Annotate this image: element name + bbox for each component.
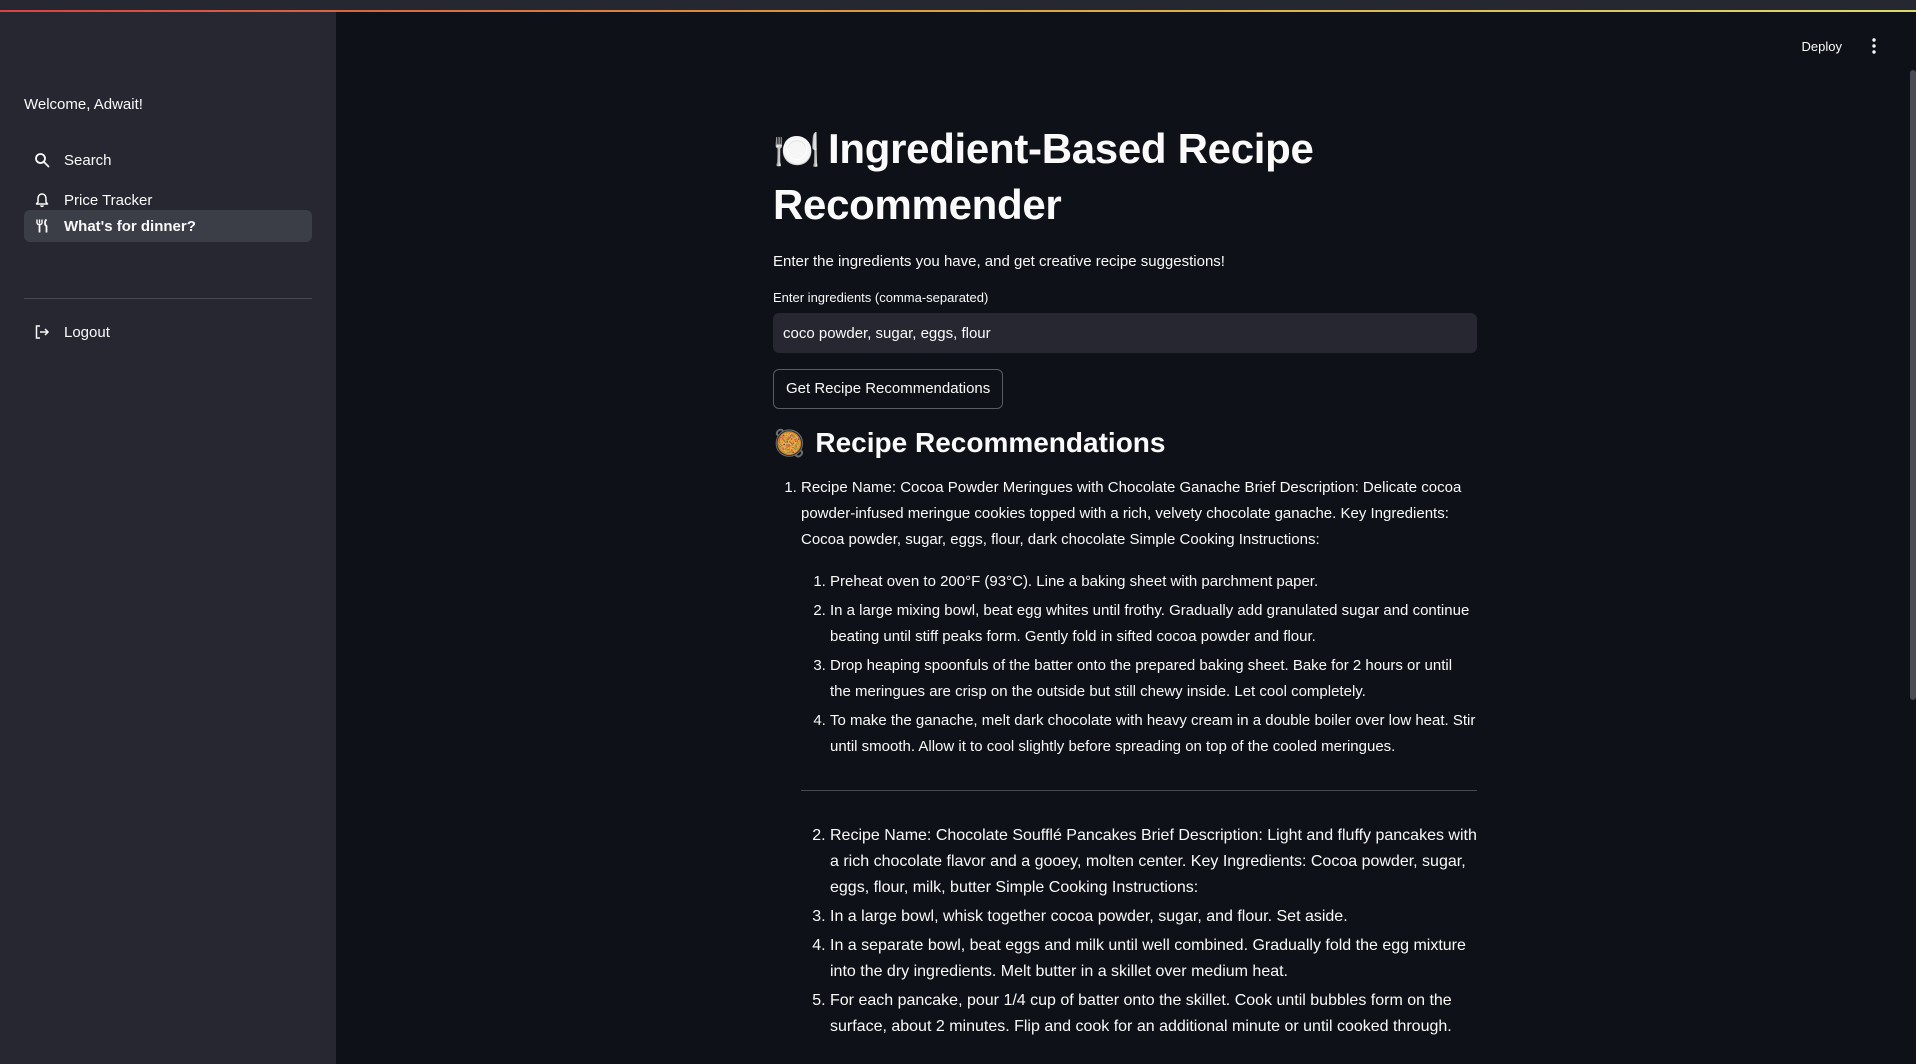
logout-label: Logout [64, 323, 110, 341]
top-decoration-bar [0, 0, 1916, 12]
list-item: In a separate bowl, beat eggs and milk u… [830, 933, 1477, 985]
recipe-list: Recipe Name: Cocoa Powder Meringues with… [773, 475, 1477, 791]
list-item: Recipe Name: Cocoa Powder Meringues with… [801, 475, 1477, 791]
more-vertical-icon[interactable] [1864, 36, 1884, 56]
recipe-divider [801, 790, 1477, 791]
search-icon [32, 150, 52, 170]
page-title: 🍽️ Ingredient-Based Recipe Recommender [773, 122, 1477, 231]
sidebar: Welcome, Adwait! Search Price Tracker Wh… [0, 12, 336, 1064]
get-recommendations-button[interactable]: Get Recipe Recommendations [773, 369, 1004, 409]
welcome-text: Welcome, Adwait! [24, 96, 143, 113]
ingredients-input[interactable] [773, 313, 1477, 353]
scrollbar[interactable] [1910, 70, 1916, 700]
sidebar-item-search[interactable]: Search [24, 144, 312, 176]
list-item: To make the ganache, melt dark chocolate… [830, 708, 1477, 760]
recipe-1-text: Recipe Name: Cocoa Powder Meringues with… [801, 479, 1462, 548]
deploy-button[interactable]: Deploy [1802, 39, 1842, 54]
page-subtitle: Enter the ingredients you have, and get … [773, 253, 1225, 270]
bell-icon [32, 190, 52, 210]
sidebar-item-label: Search [64, 151, 112, 169]
section-title-text: Recipe Recommendations [815, 427, 1166, 458]
sidebar-item-label: Price Tracker [64, 191, 153, 209]
list-item: In a large bowl, whisk together cocoa po… [830, 904, 1477, 930]
sidebar-item-label: What's for dinner? [64, 217, 196, 235]
page-title-text: Ingredient-Based Recipe Recommender [773, 125, 1314, 228]
recipe-2-list: Recipe Name: Chocolate Soufflé Pancakes … [773, 823, 1477, 1040]
logout-icon [32, 322, 52, 342]
logout-button[interactable]: Logout [24, 316, 312, 348]
recipe-1-steps: Preheat oven to 200°F (93°C). Line a bak… [801, 569, 1477, 760]
utensils-icon [32, 216, 52, 236]
main-content: 🍽️ Ingredient-Based Recipe Recommender En… [773, 122, 1477, 1043]
paella-icon: 🥘 [773, 427, 806, 458]
list-item: In a large mixing bowl, beat egg whites … [830, 598, 1477, 650]
sidebar-divider [24, 298, 312, 299]
list-item: Drop heaping spoonfuls of the batter ont… [830, 653, 1477, 705]
ingredients-label: Enter ingredients (comma-separated) [773, 290, 989, 305]
sidebar-item-whats-for-dinner[interactable]: What's for dinner? [24, 210, 312, 242]
list-item: Recipe Name: Chocolate Soufflé Pancakes … [830, 823, 1477, 901]
plate-icon: 🍽️ [773, 130, 821, 172]
section-title: 🥘 Recipe Recommendations [773, 427, 1477, 459]
list-item: For each pancake, pour 1/4 cup of batter… [830, 988, 1477, 1040]
list-item: Preheat oven to 200°F (93°C). Line a bak… [830, 569, 1477, 595]
app-header: Deploy [1802, 36, 1916, 56]
